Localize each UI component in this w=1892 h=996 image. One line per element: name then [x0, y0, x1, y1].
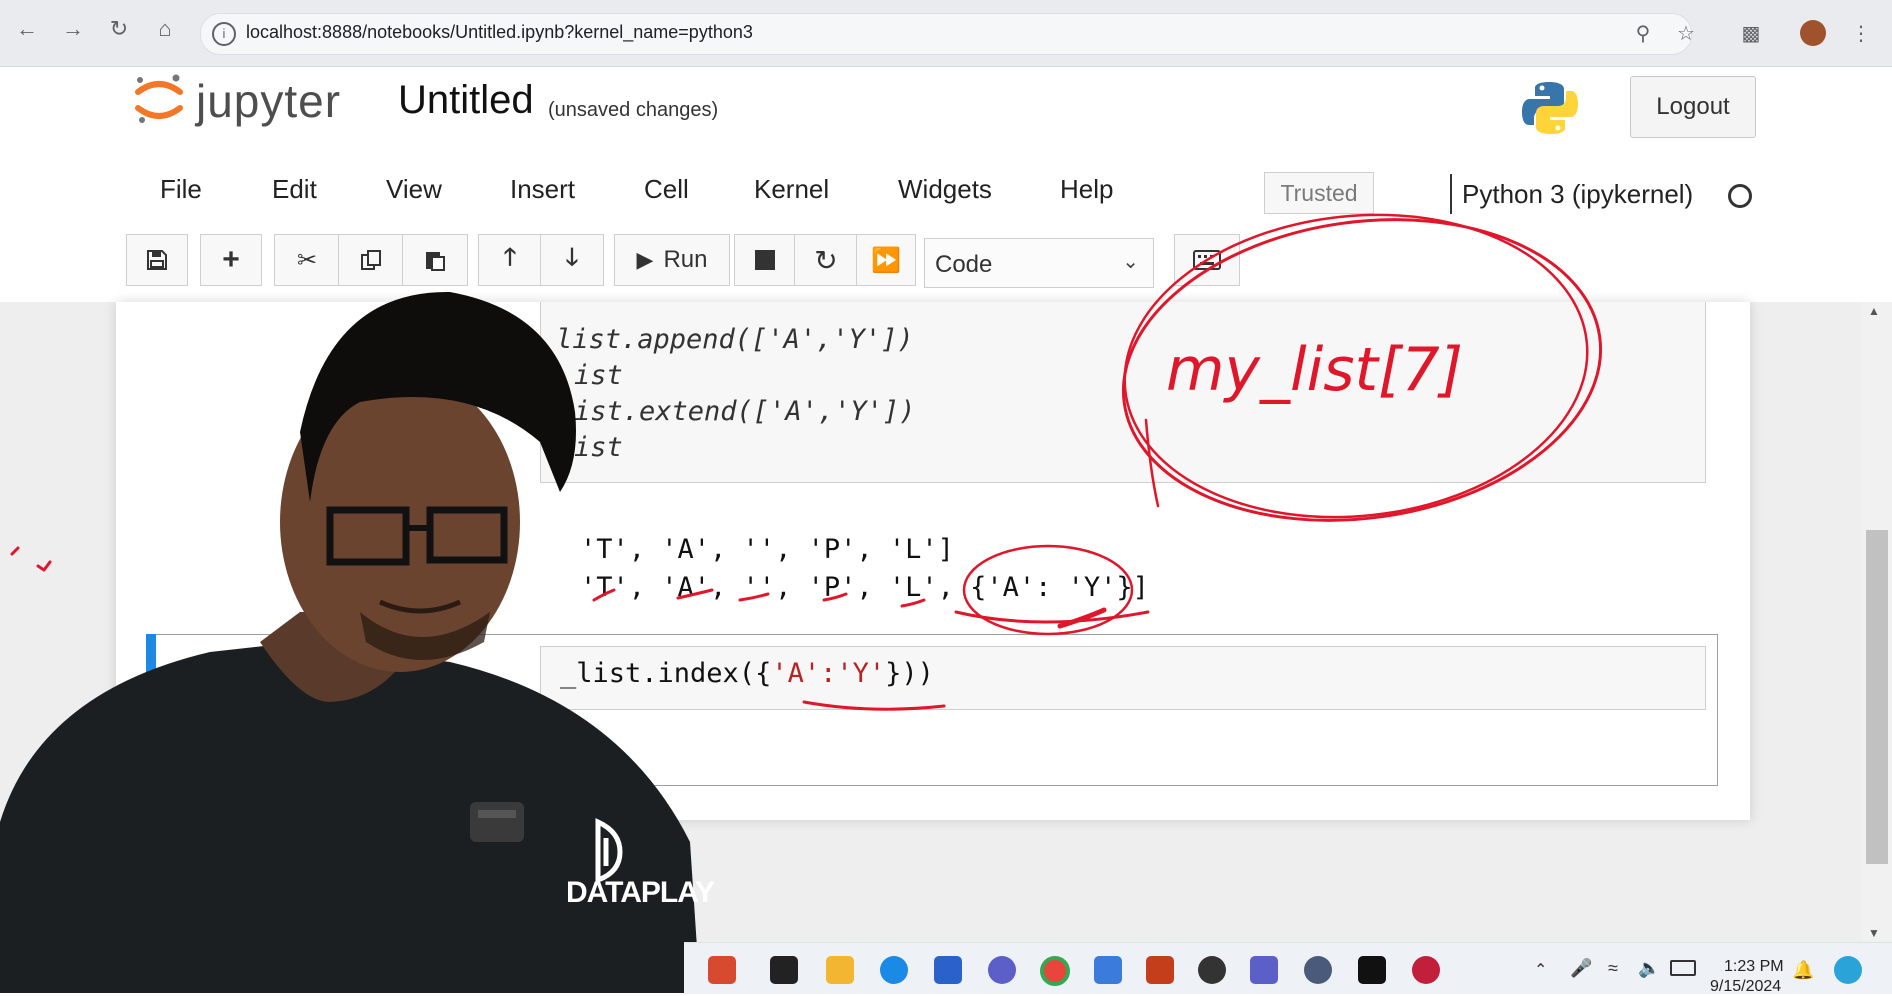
- menu-help[interactable]: Help: [1060, 174, 1113, 205]
- powerpoint-app-icon[interactable]: [1146, 956, 1174, 984]
- kernel-idle-indicator-icon: [1728, 184, 1752, 208]
- trusted-indicator[interactable]: Trusted: [1264, 172, 1374, 214]
- restart-icon: ↻: [814, 244, 838, 276]
- python-logo-icon: [1522, 82, 1578, 134]
- volume-icon[interactable]: 🔈: [1638, 958, 1660, 979]
- paste-button[interactable]: [402, 234, 468, 286]
- paste-icon: [426, 252, 445, 271]
- menu-widgets[interactable]: Widgets: [898, 174, 992, 205]
- save-icon: [147, 250, 167, 270]
- fast-forward-icon: ⏩: [871, 246, 901, 274]
- restart-button[interactable]: ↻: [794, 234, 858, 286]
- run-label: Run: [663, 246, 708, 273]
- chat-app-icon[interactable]: [988, 956, 1016, 984]
- copy-icon: [361, 250, 381, 270]
- menu-insert[interactable]: Insert: [510, 174, 575, 205]
- site-info-icon[interactable]: i: [212, 22, 236, 46]
- cut-button[interactable]: ✂: [274, 234, 340, 286]
- wifi-icon[interactable]: ≈: [1608, 958, 1618, 979]
- scrollbar-thumb[interactable]: [1866, 530, 1888, 864]
- restart-run-all-button[interactable]: ⏩: [856, 234, 916, 286]
- home-icon[interactable]: ⌂: [152, 16, 178, 42]
- menu-file[interactable]: File: [160, 174, 202, 205]
- copy-button[interactable]: [338, 234, 404, 286]
- move-up-button[interactable]: 🡑: [478, 234, 542, 286]
- profile-avatar[interactable]: [1800, 20, 1826, 46]
- save-button[interactable]: [126, 234, 188, 286]
- notepad-app-icon[interactable]: [1094, 956, 1122, 984]
- scroll-down-icon[interactable]: ▼: [1868, 926, 1880, 940]
- kernel-divider: [1450, 174, 1452, 214]
- keyboard-icon: [1193, 250, 1221, 270]
- forward-icon[interactable]: →: [60, 16, 86, 42]
- edge-browser-icon[interactable]: [880, 956, 908, 984]
- logout-button[interactable]: Logout: [1630, 76, 1756, 138]
- back-icon[interactable]: ←: [14, 16, 40, 42]
- move-down-button[interactable]: 🡓: [540, 234, 604, 286]
- notebook-title[interactable]: Untitled: [398, 78, 534, 123]
- paint-app-icon[interactable]: [708, 956, 736, 984]
- kernel-name[interactable]: Python 3 (ipykernel): [1462, 179, 1693, 210]
- file-explorer-icon[interactable]: [826, 956, 854, 984]
- settings-gear-icon[interactable]: [1304, 956, 1332, 984]
- teams-app-icon[interactable]: [1250, 956, 1278, 984]
- code-string: 'A':'Y': [771, 658, 886, 689]
- battery-icon[interactable]: [1670, 960, 1696, 976]
- menu-cell[interactable]: Cell: [644, 174, 689, 205]
- jupyter-wordmark: jupyter: [196, 75, 342, 127]
- plus-icon: +: [222, 243, 240, 276]
- scissors-icon: ✂: [296, 246, 318, 274]
- jupyter-logo-icon: [135, 74, 183, 123]
- terminal-app-icon[interactable]: [770, 956, 798, 984]
- code-suffix: })): [885, 658, 934, 689]
- chevron-down-icon: ⌄: [1122, 251, 1139, 273]
- notification-icon[interactable]: 🔔: [1792, 960, 1814, 981]
- play-icon: ▶: [636, 247, 654, 272]
- interrupt-button[interactable]: [734, 234, 796, 286]
- clock-date[interactable]: 9/15/2024: [1710, 978, 1781, 996]
- cell-type-value: Code: [935, 251, 993, 278]
- microphone-icon[interactable]: 🎤: [1570, 958, 1592, 979]
- command-prompt-icon[interactable]: [1358, 956, 1386, 984]
- shirt-brand-text: DATAPLAY: [566, 876, 715, 909]
- menu-edit[interactable]: Edit: [272, 174, 317, 205]
- insert-cell-button[interactable]: +: [200, 234, 262, 286]
- reload-icon[interactable]: ↻: [106, 16, 132, 42]
- sync-app-icon[interactable]: [1198, 956, 1226, 984]
- weather-icon[interactable]: [1834, 956, 1862, 984]
- clock-time[interactable]: 1:23 PM: [1724, 958, 1784, 976]
- cell-type-select[interactable]: Code ⌄: [924, 238, 1154, 288]
- chrome-browser-icon[interactable]: [1040, 956, 1070, 986]
- extensions-icon[interactable]: ▩: [1738, 20, 1764, 46]
- save-status: (unsaved changes): [548, 99, 719, 121]
- scroll-up-icon[interactable]: ▲: [1868, 304, 1880, 318]
- run-button[interactable]: ▶ Run: [614, 234, 730, 286]
- chevron-up-icon[interactable]: ⌃: [1534, 960, 1547, 980]
- zoom-icon[interactable]: ⚲: [1630, 20, 1656, 46]
- menu-view[interactable]: View: [386, 174, 442, 205]
- media-app-icon[interactable]: [1412, 956, 1440, 984]
- arrow-up-icon: 🡑: [503, 243, 517, 271]
- menu-kernel[interactable]: Kernel: [754, 174, 829, 205]
- url-text[interactable]: localhost:8888/notebooks/Untitled.ipynb?…: [246, 22, 753, 43]
- arrow-down-icon: 🡓: [565, 243, 579, 271]
- stop-icon: [755, 250, 775, 270]
- bookmark-star-icon[interactable]: ☆: [1673, 20, 1699, 46]
- browser-menu-icon[interactable]: ⋮: [1848, 20, 1874, 46]
- command-palette-button[interactable]: [1174, 234, 1240, 286]
- store-app-icon[interactable]: [934, 956, 962, 984]
